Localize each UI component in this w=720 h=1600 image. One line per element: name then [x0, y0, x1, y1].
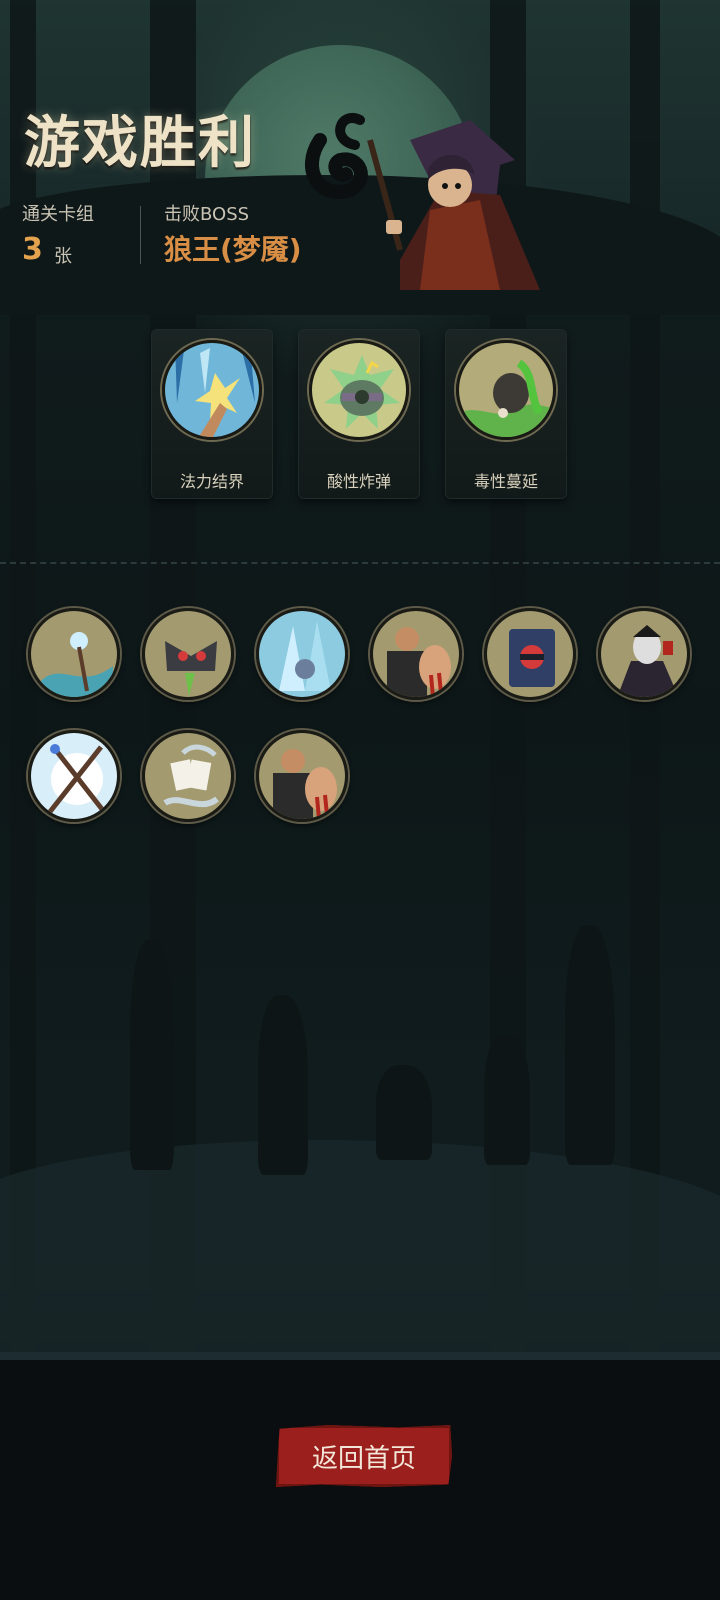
- relic-card-poison-spread[interactable]: 毒性蔓延: [446, 330, 566, 498]
- skull-bat-card-icon[interactable]: [142, 608, 234, 700]
- stat-divider: [140, 206, 141, 264]
- cards-unit: 张: [54, 246, 72, 267]
- relic-card-acid-bomb[interactable]: 酸性炸弹: [299, 330, 419, 498]
- ghost-cards-card-icon[interactable]: [142, 730, 234, 822]
- relic-card-mana-barrier[interactable]: 法力结界: [152, 330, 272, 498]
- relic-name: 法力结界: [179, 472, 244, 491]
- ice-crystal-card-icon[interactable]: [256, 608, 348, 700]
- water-wave-card-icon[interactable]: [28, 608, 120, 700]
- relic-name: 毒性蔓延: [473, 472, 538, 491]
- mana-barrier-icon: [162, 340, 262, 440]
- brute-bleed-card-icon[interactable]: [370, 608, 462, 700]
- page-title: 游戏胜利: [24, 111, 256, 176]
- relic-name: 酸性炸弹: [326, 472, 391, 491]
- vampire-card-icon[interactable]: [598, 608, 690, 700]
- brute-bleed-card-icon[interactable]: [256, 730, 348, 822]
- cards-label: 通关卡组: [22, 204, 94, 225]
- cards-count: 3: [22, 232, 43, 267]
- boss-name: 狼王(梦魇): [164, 233, 302, 266]
- spell-book-card-icon[interactable]: [484, 608, 576, 700]
- poison-spread-icon: [456, 340, 556, 440]
- crossed-staffs-card-icon[interactable]: [28, 730, 120, 822]
- return-home-button[interactable]: 返回首页: [276, 1425, 452, 1487]
- acid-bomb-icon: [309, 340, 409, 440]
- boss-label: 击败BOSS: [164, 204, 250, 225]
- section-divider: [0, 562, 720, 564]
- witch-character-illustration: [304, 113, 540, 290]
